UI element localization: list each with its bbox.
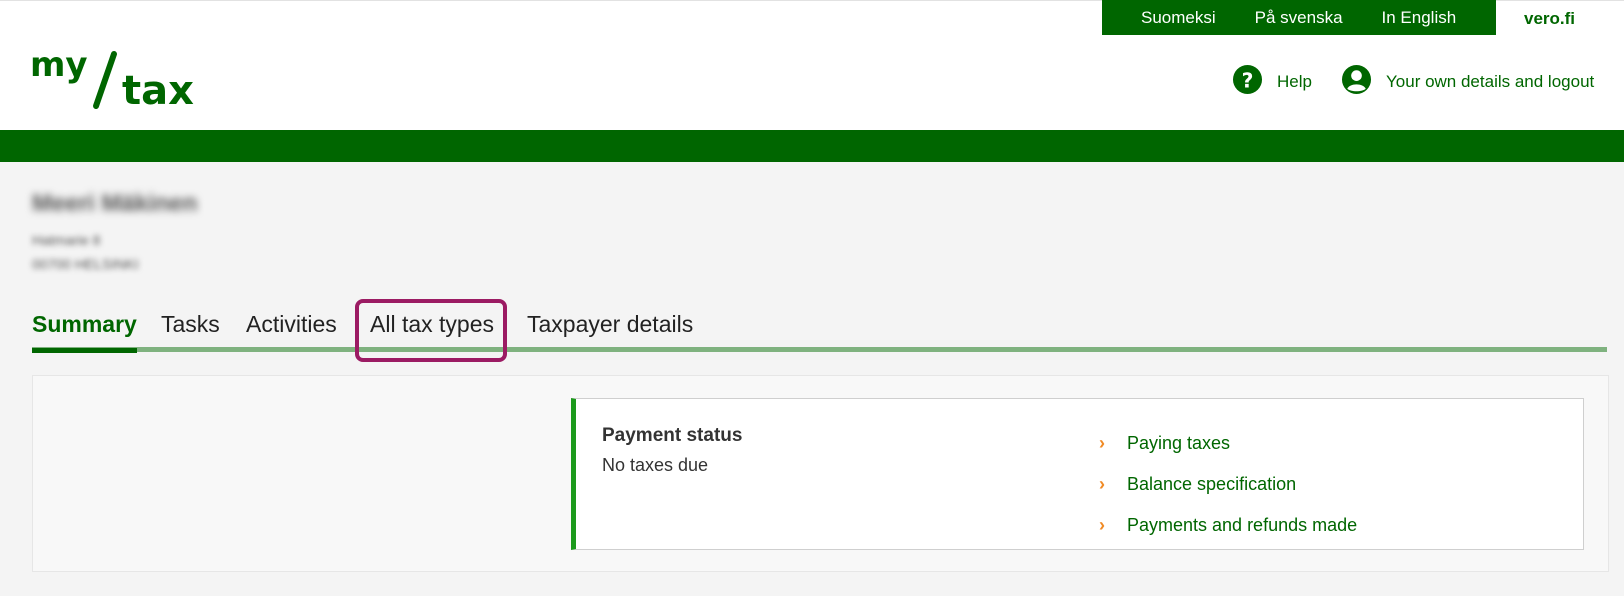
chevron-right-icon: ›	[1099, 474, 1105, 494]
language-bar: Suomeksi På svenska In English	[1102, 0, 1496, 35]
payment-links: › Paying taxes › Balance specification ›…	[1099, 423, 1357, 546]
svg-text:my: my	[30, 50, 88, 85]
tab-summary[interactable]: Summary	[32, 311, 137, 353]
taxpayer-address: Hatmarie 8 00700 HELSINKI	[32, 228, 197, 276]
account-label: Your own details and logout	[1386, 72, 1595, 91]
balance-specification-link[interactable]: › Balance specification	[1099, 464, 1357, 505]
payment-status-value: No taxes due	[602, 455, 709, 475]
green-nav-band	[0, 130, 1624, 162]
tab-activities[interactable]: Activities	[246, 311, 337, 338]
tab-bar: Summary Tasks Activities All tax types T…	[32, 311, 1607, 353]
question-circle-icon: ?	[1232, 64, 1263, 100]
link-label: Paying taxes	[1127, 433, 1231, 453]
payment-status-title: Payment status	[602, 425, 743, 446]
chevron-right-icon: ›	[1099, 433, 1105, 453]
link-label: Balance specification	[1127, 474, 1297, 494]
lang-english-link[interactable]: In English	[1382, 8, 1457, 28]
account-logout-link[interactable]: Your own details and logout	[1341, 64, 1595, 100]
tab-underline	[32, 347, 1607, 352]
mytax-logo[interactable]: my tax	[30, 45, 210, 115]
help-label: Help	[1277, 72, 1312, 91]
paying-taxes-link[interactable]: › Paying taxes	[1099, 423, 1357, 464]
tab-taxpayer-details[interactable]: Taxpayer details	[527, 311, 693, 338]
tab-tasks[interactable]: Tasks	[161, 311, 220, 338]
address-line1: Hatmarie 8	[32, 232, 101, 248]
svg-text:tax: tax	[122, 68, 194, 110]
user-circle-icon	[1341, 64, 1372, 100]
help-link[interactable]: ? Help	[1232, 64, 1312, 100]
taxpayer-name: Meeri Mäkinen	[32, 190, 198, 217]
payments-refunds-link[interactable]: › Payments and refunds made	[1099, 505, 1357, 546]
vero-fi-link[interactable]: vero.fi	[1524, 9, 1575, 29]
lang-finnish-link[interactable]: Suomeksi	[1141, 8, 1216, 28]
payment-status-card: Payment status No taxes due › Paying tax…	[571, 398, 1584, 550]
highlight-annotation	[355, 299, 507, 362]
address-line2: 00700 HELSINKI	[32, 256, 139, 272]
taxpayer-info: Meeri Mäkinen Hatmarie 8 00700 HELSINKI	[32, 190, 197, 276]
chevron-right-icon: ›	[1099, 515, 1105, 535]
link-label: Payments and refunds made	[1127, 515, 1358, 535]
lang-swedish-link[interactable]: På svenska	[1255, 8, 1343, 28]
svg-text:?: ?	[1242, 68, 1254, 92]
